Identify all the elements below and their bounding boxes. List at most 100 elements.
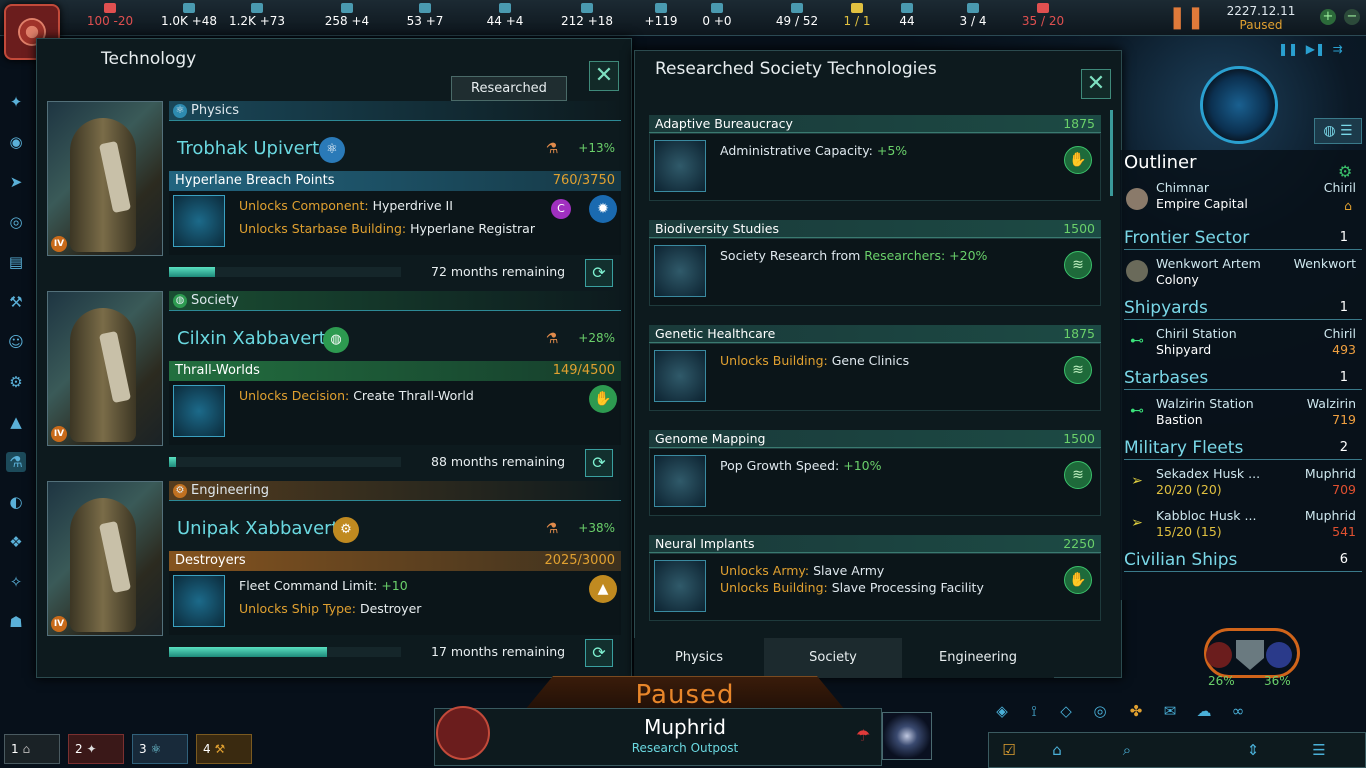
diplomacy-icon[interactable]: ✤ — [1122, 698, 1150, 724]
change-research-icon[interactable]: ⟳ — [585, 259, 613, 287]
close-icon[interactable]: ✕ — [1081, 69, 1111, 99]
researched-tech-card[interactable]: Adaptive Bureaucracy 1875 Administrative C… — [649, 115, 1101, 209]
tab-society[interactable]: Society — [764, 638, 902, 678]
outliner-item[interactable]: ⊷ Chiril Station Shipyard Chiril 493 — [1124, 324, 1362, 360]
policies-icon[interactable]: ⚙ — [6, 372, 26, 392]
situation-icon[interactable]: ▤ — [6, 252, 26, 272]
scientist-name[interactable]: Cilxin Xabbaverta — [177, 327, 337, 351]
project-body[interactable]: Unlocks Component: Hyperdrive II Unlocks … — [169, 191, 621, 255]
scientist-portrait[interactable]: IV — [47, 481, 163, 636]
progress-fill — [169, 647, 327, 657]
outliner-section-header[interactable]: Civilian Ships 6 — [1124, 548, 1362, 572]
scrollbar[interactable] — [1110, 110, 1113, 196]
hotkey-2[interactable]: 2 ✦ — [68, 734, 124, 764]
capital-item[interactable]: Chimnar Empire Capital Chiril ⌂ — [1124, 180, 1362, 218]
market-icon[interactable]: ◐ — [6, 492, 26, 512]
scientist-portrait[interactable]: IV — [47, 101, 163, 256]
outliner-section-header[interactable]: Military Fleets 2 — [1124, 436, 1362, 460]
galaxy-map-icon[interactable] — [1200, 66, 1278, 144]
selected-planet-box[interactable]: Muphrid Research Outpost — [434, 708, 882, 766]
researched-button[interactable]: Researched — [451, 76, 567, 101]
hotkey-4[interactable]: 4 ⚒ — [196, 734, 252, 764]
resource-consumer_goods[interactable]: 258 +4 — [310, 2, 384, 34]
pause-icon[interactable]: ❚❚ — [1168, 4, 1205, 32]
researched-tech-card[interactable]: Neural Implants 2250 Unlocks Army: Slave A… — [649, 535, 1101, 629]
researched-tech-card[interactable]: Biodiversity Studies 1500 Society Research… — [649, 220, 1101, 314]
map-mode-icon[interactable]: ◈ — [988, 698, 1016, 724]
game-date[interactable]: 2227.12.11 Paused — [1206, 4, 1316, 32]
tech-body: Society Research from Researchers: +20% ≋ — [649, 238, 1101, 306]
species-icon[interactable]: ☺ — [6, 332, 26, 352]
ship-designer-icon[interactable]: ▲ — [6, 412, 26, 432]
outliner-toggle-icon[interactable]: ◍ ☰ — [1314, 118, 1362, 144]
tech-body: Administrative Capacity: +5% ✋ — [649, 133, 1101, 201]
hyperlane-icon[interactable]: ⟟ — [1020, 698, 1048, 724]
change-research-icon[interactable]: ⟳ — [585, 449, 613, 477]
project-body[interactable]: Fleet Command Limit: +10 Unlocks Ship Typ… — [169, 571, 621, 635]
resource-food[interactable]: 1.2K +73 — [220, 2, 294, 34]
up-down-icon[interactable]: ⇕ — [1239, 737, 1267, 763]
link-icon[interactable]: ∞ — [1224, 698, 1252, 724]
engineering-ship-icon: ▲ — [589, 575, 617, 603]
outliner-section-header[interactable]: Shipyards 1 — [1124, 296, 1362, 320]
outliner-item[interactable]: ➢ Sekadex Husk ... 20/20 (20) Muphrid 709 — [1124, 464, 1362, 500]
menu-icon[interactable]: ☰ — [1305, 737, 1333, 763]
fleets-icon[interactable]: ➤ — [6, 172, 26, 192]
change-research-icon[interactable]: ⟳ — [585, 639, 613, 667]
rival-empire-icon[interactable] — [1266, 642, 1292, 668]
play-controls[interactable]: ❚❚ ▶❚ ⇉ — [1278, 42, 1343, 56]
resource-energy[interactable]: 100 -20 — [73, 2, 147, 34]
hotkey-1[interactable]: 1 ⌂ — [4, 734, 60, 764]
scientist-name[interactable]: Trobhak Upiverta — [177, 137, 330, 161]
outliner-section-header[interactable]: Starbases 1 — [1124, 366, 1362, 390]
tab-engineering[interactable]: Engineering — [902, 638, 1054, 678]
fleet-icon: ➢ — [1131, 515, 1143, 531]
hotkey-3[interactable]: 3 ⚛ — [132, 734, 188, 764]
planets-icon[interactable]: ◉ — [6, 132, 26, 152]
outliner-item[interactable]: ➢ Kabbloc Husk ... 15/20 (15) Muphrid 541 — [1124, 506, 1362, 542]
resource-alloys[interactable]: 53 +7 — [388, 2, 462, 34]
station-icon: ⊷ — [1130, 403, 1144, 419]
scientist-name[interactable]: Unipak Xabbaverta — [177, 517, 350, 541]
empire-icon[interactable] — [1206, 642, 1232, 668]
researched-tech-card[interactable]: Genome Mapping 1500 Pop Growth Speed: +10%… — [649, 430, 1101, 524]
relics-icon[interactable]: ❖ — [6, 532, 26, 552]
resource-minerals[interactable]: 1.0K +48 — [152, 2, 226, 34]
tab-physics[interactable]: Physics — [634, 638, 764, 678]
outliner-item[interactable]: Wenkwort Artem Colony Wenkwort — [1124, 254, 1362, 290]
sector-icon[interactable]: ◇ — [1052, 698, 1080, 724]
scientist-portrait[interactable]: IV — [47, 291, 163, 446]
target-icon[interactable]: ◎ — [1086, 698, 1114, 724]
technology-icon[interactable]: ⚗ — [6, 452, 26, 472]
leaders-icon[interactable]: ☗ — [6, 612, 26, 632]
speed-up-button[interactable]: + — [1320, 9, 1336, 25]
search-icon[interactable]: ⌕ — [1113, 737, 1141, 763]
galactic-community-icon[interactable]: ✧ — [6, 572, 26, 592]
resource-empire_sprawl[interactable]: 35 / 20 — [1006, 2, 1080, 34]
outliner-item[interactable]: ⊷ Walzirin Station Bastion Walzirin 719 — [1124, 394, 1362, 430]
military-icon: ✦ — [86, 742, 97, 756]
project-name: Destroyers — [175, 553, 246, 568]
speed-down-button[interactable]: − — [1344, 9, 1360, 25]
resource-pops[interactable]: 44 — [870, 2, 944, 34]
resource-unity[interactable]: 212 +18 — [550, 2, 624, 34]
resource-influence[interactable]: 44 +4 — [468, 2, 542, 34]
checklist-icon[interactable]: ☑ — [995, 737, 1023, 763]
close-icon[interactable]: ✕ — [589, 61, 619, 91]
build-icon[interactable]: ⌂ — [1043, 737, 1071, 763]
project-body[interactable]: Unlocks Decision: Create Thrall-World ✋ — [169, 381, 621, 445]
resource-colonies[interactable]: 3 / 4 — [936, 2, 1010, 34]
outliner-section-header[interactable]: Frontier Sector 1 — [1124, 226, 1362, 250]
cloud-icon[interactable]: ☁ — [1190, 698, 1218, 724]
resource-trade[interactable]: 0 +0 — [680, 2, 754, 34]
chat-icon[interactable]: ✉ — [1156, 698, 1184, 724]
researched-tech-card[interactable]: Genetic Healthcare 1875 Unlocks Building: … — [649, 325, 1101, 419]
traditions-icon[interactable]: ⚒ — [6, 292, 26, 312]
government-icon[interactable]: ✦ — [6, 92, 26, 112]
section-count: 1 — [1339, 370, 1348, 385]
tech-header: Neural Implants 2250 — [649, 535, 1101, 553]
contacts-icon[interactable]: ◎ — [6, 212, 26, 232]
gear-icon[interactable]: ⚙ — [1338, 162, 1352, 181]
progress-bar — [169, 457, 401, 467]
galaxy-view-button[interactable] — [882, 712, 932, 760]
